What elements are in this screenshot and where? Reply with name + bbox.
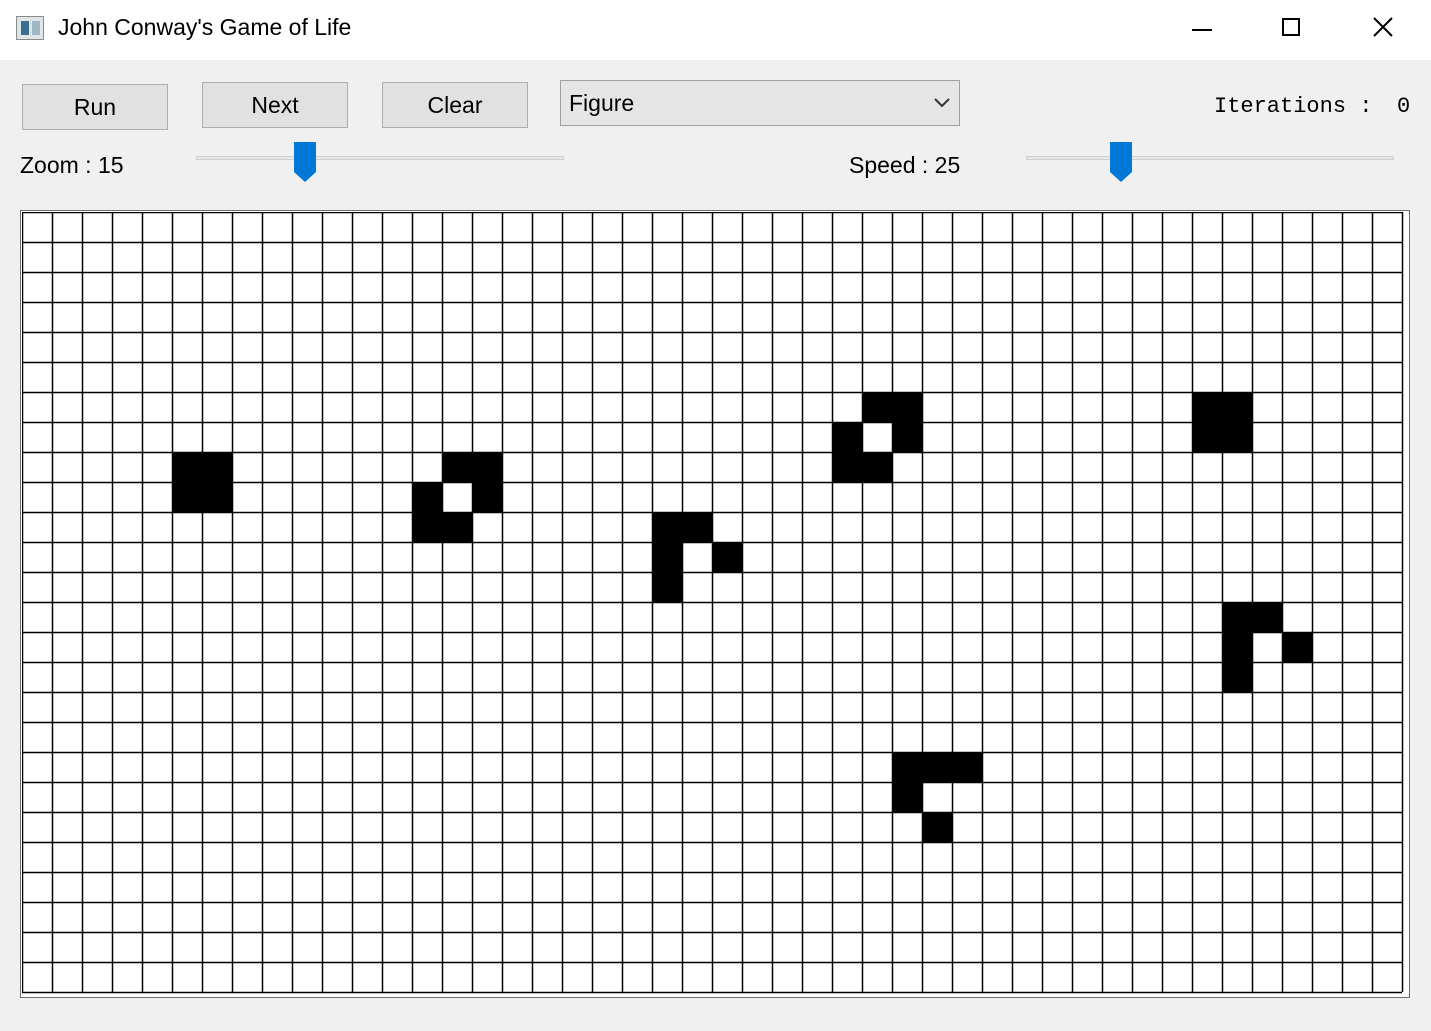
live-cell[interactable] <box>442 512 472 542</box>
live-cell[interactable] <box>472 452 502 482</box>
speed-label: Speed : 25 <box>849 152 961 178</box>
zoom-slider-handle[interactable] <box>294 142 316 182</box>
iterations-value: 0 <box>1397 94 1411 119</box>
zoom-label: Zoom : 15 <box>20 152 124 178</box>
live-cell[interactable] <box>862 392 892 422</box>
figure-select[interactable]: Figure <box>560 80 960 126</box>
live-cell[interactable] <box>1222 632 1252 662</box>
live-cell[interactable] <box>1282 632 1312 662</box>
live-cell[interactable] <box>832 422 862 452</box>
life-board[interactable] <box>20 210 1410 998</box>
live-cell[interactable] <box>202 482 232 512</box>
live-cell[interactable] <box>922 752 952 782</box>
live-cell[interactable] <box>472 482 502 512</box>
run-button[interactable]: Run <box>22 84 168 130</box>
minimize-icon[interactable] <box>1157 0 1247 58</box>
title-bar: John Conway's Game of Life <box>0 0 1431 60</box>
chevron-down-icon <box>934 98 950 108</box>
live-cell[interactable] <box>892 752 922 782</box>
live-cell[interactable] <box>892 782 922 812</box>
zoom-slider-track[interactable] <box>196 156 564 160</box>
live-cell[interactable] <box>832 452 862 482</box>
live-cell[interactable] <box>172 452 202 482</box>
live-cell[interactable] <box>1222 602 1252 632</box>
life-grid[interactable] <box>22 212 1410 998</box>
live-cell[interactable] <box>952 752 982 782</box>
window-title: John Conway's Game of Life <box>58 14 352 40</box>
clear-button[interactable]: Clear <box>382 82 528 128</box>
speed-slider-track[interactable] <box>1026 156 1394 160</box>
live-cell[interactable] <box>412 512 442 542</box>
next-button[interactable]: Next <box>202 82 348 128</box>
live-cell[interactable] <box>652 512 682 542</box>
live-cell[interactable] <box>1222 422 1252 452</box>
app-icon <box>16 16 44 40</box>
live-cell[interactable] <box>1252 602 1282 632</box>
live-cell[interactable] <box>1222 392 1252 422</box>
live-cell[interactable] <box>652 572 682 602</box>
maximize-icon[interactable] <box>1247 0 1337 58</box>
live-cell[interactable] <box>712 542 742 572</box>
live-cell[interactable] <box>892 392 922 422</box>
live-cell[interactable] <box>172 482 202 512</box>
close-icon[interactable] <box>1338 0 1428 58</box>
live-cell[interactable] <box>682 512 712 542</box>
live-cell[interactable] <box>442 452 472 482</box>
live-cell[interactable] <box>892 422 922 452</box>
live-cell[interactable] <box>412 482 442 512</box>
live-cell[interactable] <box>202 452 232 482</box>
live-cell[interactable] <box>922 812 952 842</box>
live-cell[interactable] <box>1192 392 1222 422</box>
iterations-label: Iterations : <box>1214 94 1373 119</box>
live-cell[interactable] <box>652 542 682 572</box>
live-cell[interactable] <box>862 452 892 482</box>
live-cell[interactable] <box>1222 662 1252 692</box>
live-cell[interactable] <box>1192 422 1222 452</box>
figure-select-value: Figure <box>569 90 635 116</box>
speed-slider-handle[interactable] <box>1110 142 1132 182</box>
